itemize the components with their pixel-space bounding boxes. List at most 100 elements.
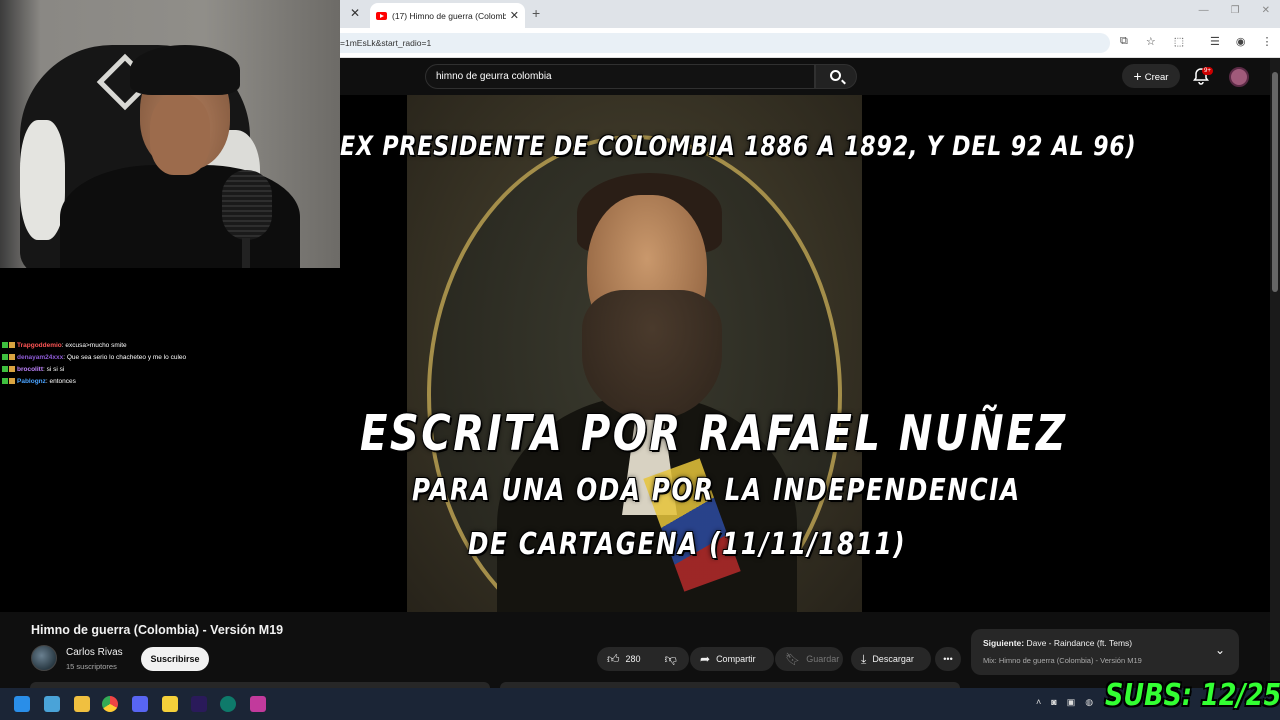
chair-left-wing xyxy=(20,120,65,240)
video-title: Himno de guerra (Colombia) - Versión M19 xyxy=(31,623,284,637)
video-caption-2: ESCRITA POR RAFAEL NUÑEZ xyxy=(360,405,1068,462)
like-button[interactable]: 👍︎ 280 👎︎ xyxy=(597,647,689,671)
menu-kebab-icon[interactable]: ⋮ xyxy=(1261,35,1272,48)
download-label: Descargar xyxy=(872,654,914,664)
toolbar-actions: ☰ ◉ ⋮ xyxy=(1210,35,1272,48)
mic-stand xyxy=(242,238,250,268)
up-next-mix: Mix: Himno de guerra (Colombia) - Versió… xyxy=(983,656,1142,665)
portrait-beard xyxy=(582,290,722,420)
chat-message: Trapgoddemio: excusa>mucho smite xyxy=(0,340,340,352)
browser-tab-active[interactable]: (17) Himno de guerra (Colomb ✕ xyxy=(370,3,525,28)
app-icon[interactable] xyxy=(250,696,266,712)
search-input[interactable]: himno de geurra colombia xyxy=(425,64,815,89)
youtube-header: himno de geurra colombia + Crear 9+ xyxy=(340,58,1270,95)
tray-icon[interactable]: ▣ xyxy=(1067,697,1076,708)
subscribe-button[interactable]: Suscribirse xyxy=(141,647,209,671)
discord-tray-icon[interactable]: ◙ xyxy=(1051,697,1056,708)
video-info: Himno de guerra (Colombia) - Versión M19… xyxy=(0,612,1270,688)
windows-taskbar: ˄ ◙ ▣ ◍ xyxy=(0,688,1280,720)
window-controls: — ❐ ✕ xyxy=(1199,5,1270,16)
close-icon[interactable]: ✕ xyxy=(510,9,519,22)
browser-toolbar: =1mEsLk&start_radio=1 ⧉ ☆ ⬚ ☰ ◉ ⋮ xyxy=(340,28,1280,58)
address-bar[interactable]: =1mEsLk&start_radio=1 xyxy=(340,33,1110,53)
create-label: Crear xyxy=(1144,72,1169,83)
chat-user: brocolitt xyxy=(17,366,43,373)
chat-user: Pablognz xyxy=(17,378,46,385)
scrollbar-thumb[interactable] xyxy=(1272,72,1278,292)
close-icon[interactable]: ✕ xyxy=(350,6,360,20)
extensions-icon[interactable]: ⬚ xyxy=(1174,35,1184,48)
new-tab-icon[interactable]: + xyxy=(532,5,540,21)
plus-icon: + xyxy=(1133,68,1142,84)
channel-name[interactable]: Carlos Rivas xyxy=(66,647,123,658)
screen: Trapgoddemio: excusa>mucho smite denayam… xyxy=(0,0,1280,720)
bookmark-star-icon[interactable]: ☆ xyxy=(1146,35,1156,48)
media-queue-icon[interactable]: ☰ xyxy=(1210,35,1220,48)
share-icon: ➦ xyxy=(700,652,711,666)
steam-icon[interactable]: ◍ xyxy=(1085,697,1093,708)
badge-icon xyxy=(9,366,15,372)
chat-text: : Que sea serio lo chacheteo y me lo cul… xyxy=(63,354,187,361)
badge-icon xyxy=(2,378,8,384)
save-label: Guardar xyxy=(806,654,840,664)
badge-icon xyxy=(2,342,8,348)
chrome-icon[interactable] xyxy=(102,696,118,712)
minimize-icon[interactable]: — xyxy=(1199,5,1209,16)
channel-subscribers: 15 suscriptores xyxy=(66,662,117,671)
search-icon xyxy=(830,70,841,81)
badge-icon xyxy=(9,378,15,384)
video-caption-3: PARA UNA ODA POR LA INDEPENDENCIA xyxy=(412,473,1021,508)
chevron-up-icon[interactable]: ˄ xyxy=(1036,697,1041,708)
cast-icon[interactable]: ⧉ xyxy=(1120,35,1128,48)
microphone-icon xyxy=(222,170,272,240)
chat-message: denayam24xxx: Que sea serio lo chacheteo… xyxy=(0,352,340,364)
bookmark-icon: 🔖︎ xyxy=(785,652,801,666)
chat-user: denayam24xxx xyxy=(17,354,64,361)
windows-start-icon[interactable] xyxy=(14,696,30,712)
account-avatar[interactable] xyxy=(1229,67,1249,87)
channel-avatar[interactable] xyxy=(31,645,57,671)
profile-icon[interactable]: ◉ xyxy=(1236,35,1246,48)
video-caption-1: EX PRESIDENTE DE COLOMBIA 1886 A 1892, Y… xyxy=(340,131,1137,162)
up-next-label: Siguiente: xyxy=(983,638,1025,648)
youtube-icon xyxy=(376,11,387,20)
thumbs-down-icon[interactable]: 👎︎ xyxy=(665,647,677,671)
download-icon: ⤓ xyxy=(861,652,867,666)
badge-icon xyxy=(2,354,8,360)
stream-chat: Trapgoddemio: excusa>mucho smite denayam… xyxy=(0,340,340,388)
browser-tabbar: ✕ (17) Himno de guerra (Colomb ✕ + — ❐ ✕ xyxy=(340,0,1280,28)
tab-title: (17) Himno de guerra (Colomb xyxy=(392,10,506,21)
up-next-title: Dave - Raindance (ft. Tems) xyxy=(1026,638,1133,648)
sticky-notes-icon[interactable] xyxy=(162,696,178,712)
chevron-down-icon[interactable]: ⌄ xyxy=(1215,643,1225,657)
discord-icon[interactable] xyxy=(132,696,148,712)
badge-icon xyxy=(2,366,8,372)
save-button[interactable]: 🔖︎ Guardar xyxy=(775,647,843,671)
up-next-line: Siguiente: Dave - Raindance (ft. Tems) xyxy=(983,638,1132,648)
close-window-icon[interactable]: ✕ xyxy=(1262,5,1270,16)
video-player[interactable]: EX PRESIDENTE DE COLOMBIA 1886 A 1892, Y… xyxy=(340,95,1270,612)
maximize-icon[interactable]: ❐ xyxy=(1231,5,1240,16)
download-button[interactable]: ⤓ Descargar xyxy=(851,647,931,671)
system-tray: ˄ ◙ ▣ ◍ xyxy=(1036,697,1093,708)
chat-text: : excusa>mucho smite xyxy=(61,342,127,349)
up-next-panel[interactable]: Siguiente: Dave - Raindance (ft. Tems) M… xyxy=(971,629,1239,675)
file-explorer-icon[interactable] xyxy=(74,696,90,712)
chat-user: Trapgoddemio xyxy=(17,342,62,349)
premiere-icon[interactable] xyxy=(191,696,207,712)
task-view-icon[interactable] xyxy=(44,696,60,712)
more-actions-button[interactable]: ••• xyxy=(935,647,961,671)
share-button[interactable]: ➦ Compartir xyxy=(690,647,774,671)
app-icon[interactable] xyxy=(220,696,236,712)
streamer-cap xyxy=(130,45,240,95)
thumbs-up-icon: 👍︎ xyxy=(607,652,620,666)
create-button[interactable]: + Crear xyxy=(1122,64,1180,88)
subs-goal-overlay: SUBS: 12/25 xyxy=(1105,678,1280,713)
address-actions: ⧉ ☆ ⬚ xyxy=(1120,35,1184,48)
search-button[interactable] xyxy=(815,64,857,89)
badge-icon xyxy=(9,342,15,348)
video-caption-4: DE CARTAGENA (11/11/1811) xyxy=(468,527,907,562)
share-label: Compartir xyxy=(716,654,756,664)
webcam-overlay xyxy=(0,0,340,268)
page-scrollbar[interactable] xyxy=(1270,58,1280,688)
